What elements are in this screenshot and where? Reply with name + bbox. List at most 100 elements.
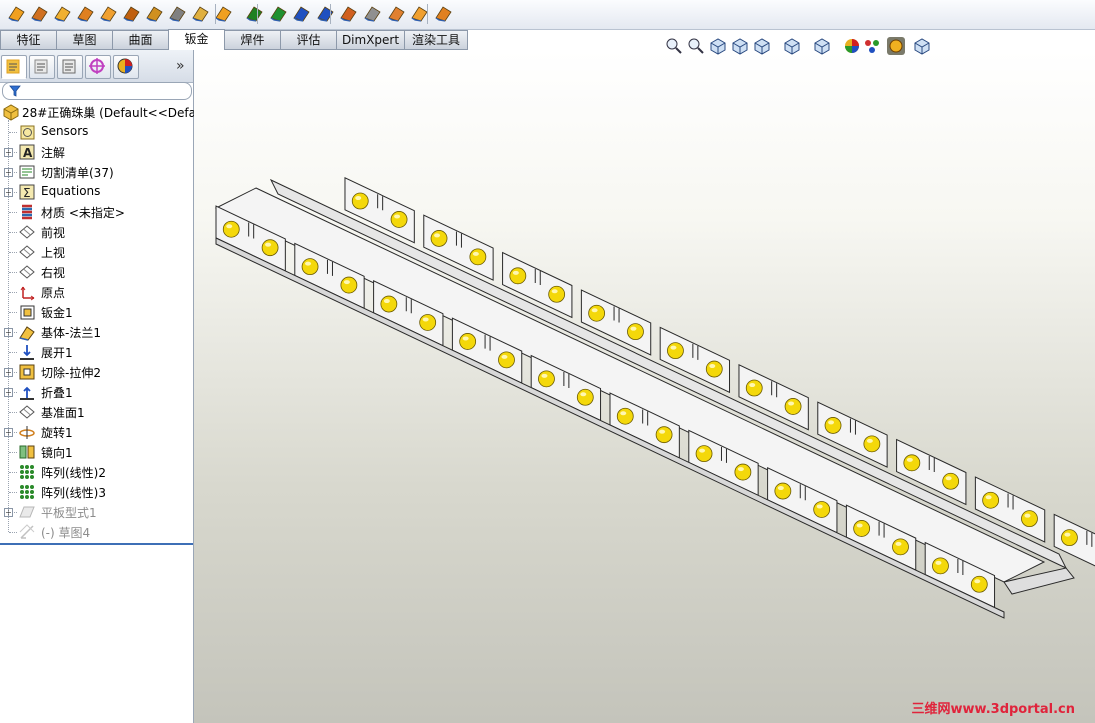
tree-item-label: (-) 草图4 — [41, 526, 91, 540]
vent-button[interactable] — [433, 3, 454, 24]
sheet-metal-button[interactable] — [29, 3, 50, 24]
display-manager-icon — [117, 58, 133, 74]
miter-flange-button[interactable] — [75, 3, 96, 24]
tree-item[interactable]: 原点 — [0, 282, 193, 302]
bump-highlight — [462, 336, 469, 341]
no-bends-button[interactable] — [362, 3, 383, 24]
locator-bump — [932, 557, 949, 575]
display-manager-tab[interactable] — [113, 55, 139, 79]
tree-item-label: Equations — [41, 184, 101, 198]
locator-bump — [576, 388, 594, 406]
sheet-metal-icon — [31, 6, 48, 22]
cross-break-button[interactable] — [167, 3, 188, 24]
tree-item[interactable]: 阵列(线性)3 — [0, 482, 193, 502]
tree-item-label: 镜向1 — [41, 446, 73, 460]
locator-bump — [509, 267, 527, 285]
miter-flange-icon — [77, 6, 94, 22]
plane-icon — [19, 245, 35, 259]
graphics-area[interactable]: 三维网www.3dportal.cn — [194, 37, 1095, 723]
tree-item-label: 阵列(线性)2 — [41, 466, 106, 480]
tree-item[interactable]: + 切割清单(37) — [0, 162, 193, 182]
tree-item[interactable]: + 折叠1 — [0, 382, 193, 402]
convert-button[interactable] — [213, 3, 234, 24]
bump-highlight — [856, 523, 863, 528]
jog-button[interactable] — [121, 3, 142, 24]
tree-item[interactable]: Sensors — [0, 122, 193, 142]
bump-highlight — [580, 392, 587, 397]
more-tabs-button[interactable]: » — [176, 58, 185, 74]
tree-item[interactable]: + 切除-拉伸2 — [0, 362, 193, 382]
rollback-bar[interactable] — [0, 543, 193, 545]
edge-flange-icon — [54, 6, 71, 22]
locator-bump — [459, 333, 477, 350]
tree-connector — [9, 312, 17, 313]
tree-item-label: 右视 — [41, 266, 66, 280]
tree-item[interactable]: 镜向1 — [0, 442, 193, 462]
tree-item[interactable]: (-) 草图4 — [0, 522, 193, 542]
tab-2[interactable]: 曲面 — [112, 30, 169, 50]
tree-root[interactable]: 28#正确珠巢 (Default<<Default — [0, 102, 212, 122]
locator-bump — [903, 454, 921, 472]
fold-button[interactable] — [315, 3, 336, 24]
tab-6[interactable]: DimXpert — [336, 30, 405, 50]
plane-icon — [19, 225, 35, 239]
tree-item[interactable]: 材质 <未指定> — [0, 202, 193, 222]
featuremanager-icon — [6, 59, 20, 74]
tab-0[interactable]: 特征 — [0, 30, 57, 50]
rip-icon — [387, 6, 405, 22]
tab-4[interactable]: 焊件 — [224, 30, 281, 50]
command-toolbar — [0, 0, 1095, 30]
tab-1[interactable]: 草图 — [56, 30, 113, 50]
configurationmanager-tab[interactable] — [57, 55, 83, 79]
locator-bump — [301, 258, 319, 276]
bump-highlight — [1064, 532, 1071, 537]
fillet-corner-button[interactable] — [268, 3, 289, 24]
flatten-button[interactable] — [338, 3, 359, 24]
tree-item[interactable]: + A 注解 — [0, 142, 193, 162]
tree-item[interactable]: 钣金1 — [0, 302, 193, 322]
propertymanager-tab[interactable] — [29, 55, 55, 79]
tree-item[interactable]: 阵列(线性)2 — [0, 462, 193, 482]
bump-highlight — [551, 289, 558, 294]
tab-5[interactable]: 评估 — [280, 30, 337, 50]
edge-flange-button[interactable] — [52, 3, 73, 24]
base-flange-button[interactable] — [6, 3, 27, 24]
featuremanager-tab[interactable] — [1, 55, 27, 79]
unfold-button[interactable] — [291, 3, 312, 24]
svg-text:A: A — [23, 146, 33, 160]
closed-corner-button[interactable] — [244, 3, 265, 24]
tree-connector — [9, 232, 17, 233]
tree-item[interactable]: + Σ Equations — [0, 182, 193, 202]
tree-item[interactable]: 展开1 — [0, 342, 193, 362]
bump-highlight — [422, 317, 429, 322]
tree-item-label: 材质 <未指定> — [41, 206, 125, 220]
tree-item[interactable]: 上视 — [0, 242, 193, 262]
bump-highlight — [305, 261, 312, 266]
bump-highlight — [472, 251, 479, 256]
bump-highlight — [630, 326, 637, 331]
locator-bump — [222, 220, 240, 238]
tab-7[interactable]: 渲染工具 — [404, 30, 468, 50]
locator-bump — [774, 482, 792, 500]
rip-button[interactable] — [386, 3, 407, 24]
tree-connector — [9, 212, 17, 213]
tab-3[interactable]: 钣金 — [168, 29, 225, 51]
lofted-bend-button[interactable] — [190, 3, 211, 24]
tree-item[interactable]: + 基体-法兰1 — [0, 322, 193, 342]
bump-highlight — [737, 467, 744, 472]
svg-text:Σ: Σ — [23, 186, 31, 200]
sketched-bend-button[interactable] — [144, 3, 165, 24]
locator-bump — [351, 192, 369, 210]
locator-bump — [538, 370, 555, 388]
tree-item[interactable]: + 旋转1 — [0, 422, 193, 442]
hem-button[interactable] — [98, 3, 119, 24]
locator-bump — [627, 323, 644, 341]
tree-item[interactable]: 基准面1 — [0, 402, 193, 422]
tree-item[interactable]: 右视 — [0, 262, 193, 282]
bump-highlight — [355, 196, 362, 201]
tree-item[interactable]: + 平板型式1 — [0, 502, 193, 522]
tree-item[interactable]: 前视 — [0, 222, 193, 242]
tree-item-label: 阵列(线性)3 — [41, 486, 106, 500]
tree-filter-input[interactable] — [2, 82, 192, 100]
dimxpert-manager-tab[interactable] — [85, 55, 111, 79]
